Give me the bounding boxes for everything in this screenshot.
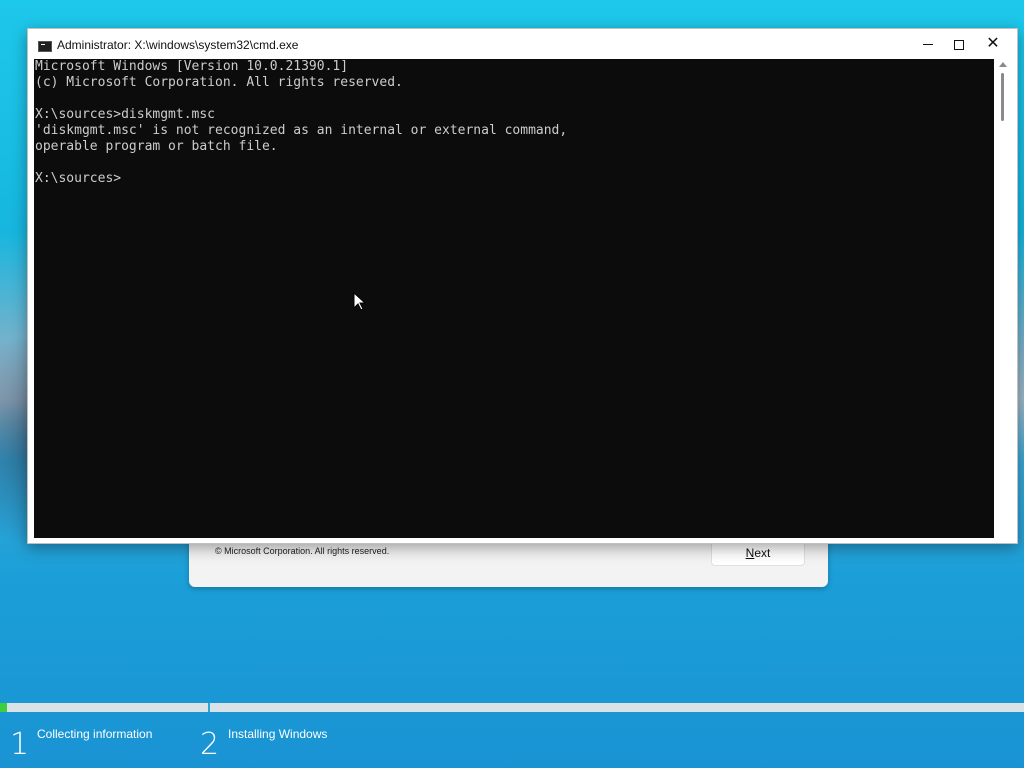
- progress-step-divider: [208, 703, 210, 712]
- minimize-button[interactable]: [911, 29, 945, 59]
- step-number: 1: [10, 727, 30, 762]
- console-scrollbar[interactable]: [994, 59, 1011, 538]
- cmd-titlebar[interactable]: Administrator: X:\windows\system32\cmd.e…: [28, 29, 1017, 59]
- maximize-button[interactable]: [942, 29, 976, 59]
- console-line: (c) Microsoft Corporation. All rights re…: [35, 75, 403, 90]
- step-label: Collecting information: [37, 727, 153, 741]
- cmd-window[interactable]: Administrator: X:\windows\system32\cmd.e…: [27, 28, 1018, 544]
- console-text: Microsoft Windows [Version 10.0.21390.1]…: [34, 59, 994, 187]
- console-line: X:\sources>diskmgmt.msc: [35, 107, 216, 122]
- console-prompt-line: X:\sources>: [35, 171, 122, 186]
- cmd-app-icon[interactable]: [38, 41, 52, 52]
- console-line: operable program or batch file.: [35, 139, 278, 154]
- step-number: 2: [200, 727, 220, 762]
- cmd-window-title: Administrator: X:\windows\system32\cmd.e…: [57, 38, 299, 52]
- maximize-icon: [954, 39, 964, 50]
- next-button-label: ext: [754, 546, 771, 560]
- desktop-background: © Microsoft Corporation. All rights rese…: [0, 0, 1024, 768]
- setup-progress-bar: [0, 703, 1024, 712]
- close-icon: ✕: [986, 35, 1000, 52]
- scroll-up-arrow-icon[interactable]: [999, 62, 1007, 67]
- console-line: Microsoft Windows [Version 10.0.21390.1]: [35, 59, 349, 74]
- setup-progress-fill: [0, 703, 8, 712]
- setup-copyright-text: © Microsoft Corporation. All rights rese…: [215, 546, 390, 556]
- close-button[interactable]: ✕: [976, 29, 1010, 59]
- scrollbar-thumb[interactable]: [1001, 73, 1004, 121]
- console-line: 'diskmgmt.msc' is not recognized as an i…: [35, 123, 568, 138]
- step-label: Installing Windows: [228, 727, 328, 741]
- console-output[interactable]: Microsoft Windows [Version 10.0.21390.1]…: [34, 59, 994, 538]
- minimize-icon: [923, 44, 933, 46]
- mouse-pointer-icon: [353, 292, 367, 311]
